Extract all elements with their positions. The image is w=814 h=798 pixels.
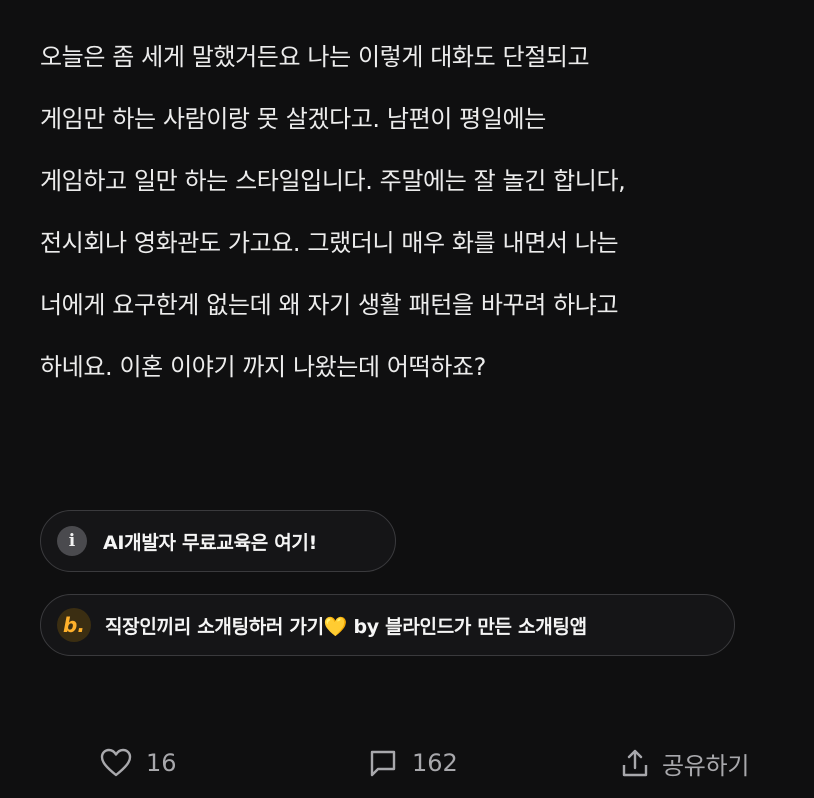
heart-icon — [100, 748, 132, 778]
share-label: 공유하기 — [662, 751, 750, 780]
post-text-line: 하네요. 이혼 이야기 까지 나왔는데 어떡하죠? — [40, 353, 486, 381]
chip-label: AI개발자 무료교육은 여기! — [103, 531, 317, 554]
dating-app-ad-chip[interactable]: b. 직장인끼리 소개팅하러 가기💛 by 블라인드가 만든 소개팅앱 — [40, 594, 735, 656]
chip-label: 직장인끼리 소개팅하러 가기💛 by 블라인드가 만든 소개팅앱 — [105, 615, 587, 638]
like-button[interactable]: 16 — [100, 740, 177, 786]
share-button[interactable]: 공유하기 — [620, 740, 749, 786]
blind-logo-icon: b. — [57, 608, 91, 642]
post-text-line: 오늘은 좀 세게 말했거든요 나는 이렇게 대화도 단절되고 — [40, 43, 590, 71]
post-text-line: 게임하고 일만 하는 스타일입니다. 주말에는 잘 놀긴 합니다, — [40, 167, 626, 195]
info-icon: i — [57, 526, 87, 556]
post-body: 오늘은 좀 세게 말했거든요 나는 이렇게 대화도 단절되고 게임만 하는 사람… — [40, 26, 800, 398]
post-action-bar: 16 162 공유하기 — [0, 740, 814, 786]
post-text-line: 게임만 하는 사람이랑 못 살겠다고. 남편이 평일에는 — [40, 105, 546, 133]
comment-count: 162 — [412, 749, 458, 777]
post-text-line: 전시회나 영화관도 가고요. 그랬더니 매우 화를 내면서 나는 — [40, 229, 619, 257]
share-icon — [620, 748, 650, 778]
comment-button[interactable]: 162 — [368, 740, 458, 786]
like-count: 16 — [146, 749, 177, 777]
post-text-line: 너에게 요구한게 없는데 왜 자기 생활 패턴을 바꾸려 하냐고 — [40, 291, 619, 319]
comment-icon — [368, 748, 398, 778]
ai-education-link-chip[interactable]: i AI개발자 무료교육은 여기! — [40, 510, 396, 572]
